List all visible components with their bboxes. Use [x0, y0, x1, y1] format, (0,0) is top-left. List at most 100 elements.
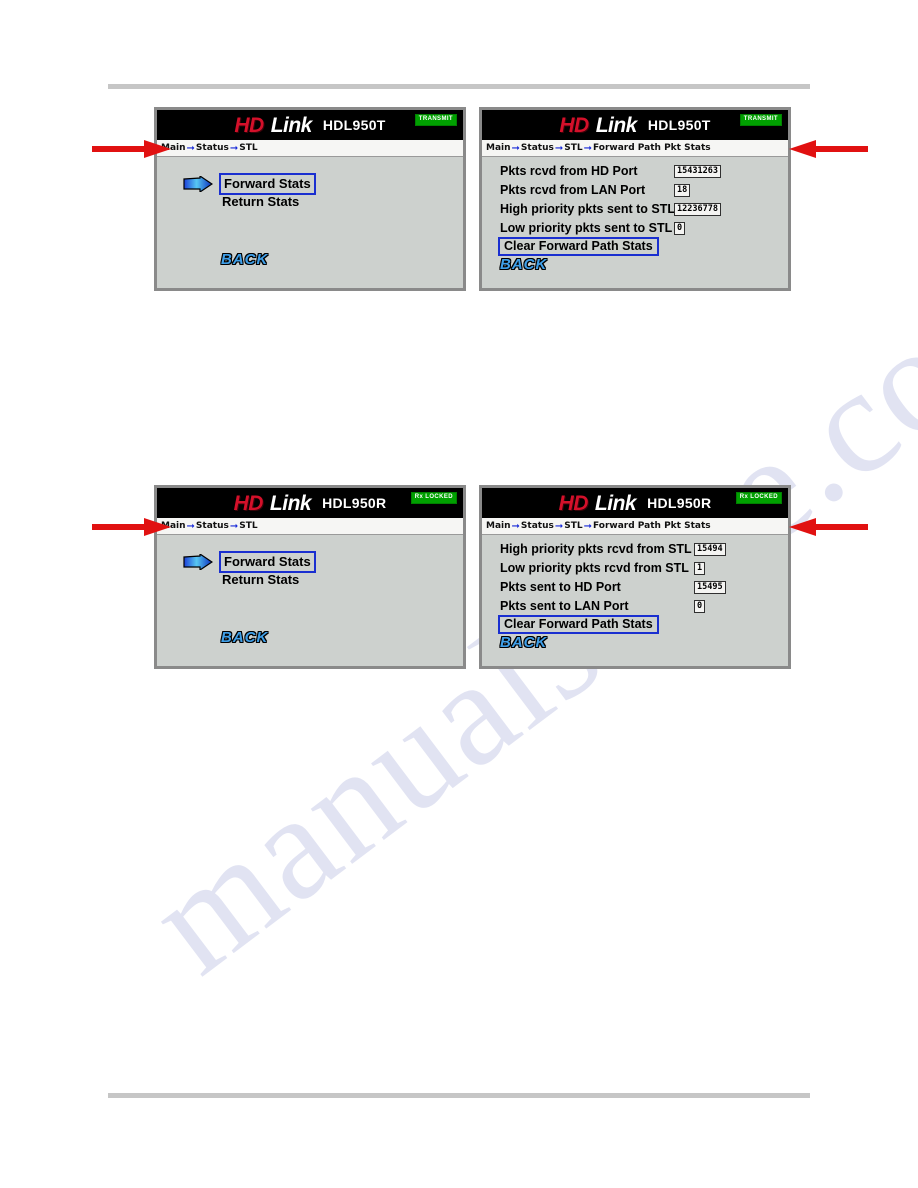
- stat-label: Low priority pkts rcvd from STL: [500, 561, 689, 575]
- stat-value: 18: [674, 184, 691, 197]
- cursor-arrow-icon: [183, 176, 213, 192]
- stat-row: Pkts sent to HD Port: [500, 578, 785, 596]
- model-label: HDL950R: [322, 495, 387, 511]
- logo-hd-text: HD: [234, 113, 264, 137]
- device-screen-transmitter-forward-path-stats: HD Link HDL950T TRANSMIT Main ➞ Status ➞…: [479, 107, 791, 291]
- hd-link-logo: HD Link: [234, 115, 312, 136]
- breadcrumb-item-status[interactable]: Status: [521, 143, 554, 153]
- breadcrumb-arrow-icon: ➞: [186, 520, 195, 532]
- stat-label: Pkts sent to HD Port: [500, 580, 621, 594]
- screen-body: Forward Stats Return Stats BACK: [157, 535, 463, 666]
- page-footer-rule: [108, 1093, 810, 1098]
- stat-row: High priority pkts sent to STL: [500, 200, 785, 218]
- back-button[interactable]: BACK: [500, 634, 547, 651]
- status-badge: Rx LOCKED: [735, 492, 782, 504]
- breadcrumb-item-forward-path-pkt-stats: Forward Path Pkt Stats: [593, 521, 711, 531]
- stat-label: Pkts sent to LAN Port: [500, 599, 629, 613]
- clear-forward-path-stats-button[interactable]: Clear Forward Path Stats: [498, 615, 659, 634]
- logo-hd-text: HD: [559, 113, 589, 137]
- breadcrumb-arrow-icon: ➞: [554, 520, 564, 532]
- page-header-rule: [108, 84, 810, 89]
- logo-link-text: Link: [594, 491, 637, 515]
- model-label: HDL950T: [647, 117, 711, 133]
- status-badge: TRANSMIT: [739, 114, 782, 126]
- status-badge-label: TRANSMIT: [418, 116, 453, 122]
- model-label: HDL950T: [322, 117, 386, 133]
- breadcrumb-arrow-icon: ➞: [229, 142, 239, 154]
- screen-titlebar: HD Link HDL950T TRANSMIT: [482, 110, 788, 140]
- stat-row: Low priority pkts sent to STL: [500, 219, 785, 237]
- breadcrumb-arrow-icon: ➞: [186, 142, 195, 154]
- breadcrumb-item-forward-path-pkt-stats: Forward Path Pkt Stats: [593, 143, 711, 153]
- breadcrumb-item-status[interactable]: Status: [196, 143, 229, 153]
- stat-value: 1: [694, 562, 706, 575]
- breadcrumb-arrow-icon: ➞: [511, 520, 520, 532]
- hd-link-logo: HD Link: [234, 493, 312, 514]
- stat-row: High priority pkts rcvd from STL: [500, 540, 785, 558]
- stat-label: High priority pkts rcvd from STL: [500, 542, 692, 556]
- menu-item-return-stats[interactable]: Return Stats: [222, 572, 299, 587]
- breadcrumb-item-status[interactable]: Status: [521, 521, 554, 531]
- stat-value: 0: [674, 222, 686, 235]
- stat-row: Pkts rcvd from HD Port: [500, 162, 785, 180]
- breadcrumb-arrow-icon: ➞: [554, 142, 564, 154]
- screen-titlebar: HD Link HDL950R Rx LOCKED: [157, 488, 463, 518]
- breadcrumb-item-main[interactable]: Main: [486, 143, 511, 153]
- status-badge-label: TRANSMIT: [743, 116, 778, 122]
- status-badge-label: Rx LOCKED: [414, 494, 453, 500]
- callout-arrow-right-top-icon: [789, 140, 868, 158]
- callout-arrow-left-bottom-icon: [92, 518, 171, 536]
- screen-titlebar: HD Link HDL950T TRANSMIT: [157, 110, 463, 140]
- breadcrumb: Main ➞ Status ➞ STL ➞ Forward Path Pkt S…: [482, 140, 788, 157]
- menu-item-forward-stats[interactable]: Forward Stats: [219, 551, 316, 573]
- breadcrumb-arrow-icon: ➞: [229, 520, 239, 532]
- callout-arrow-right-bottom-icon: [789, 518, 868, 536]
- screen-body: Pkts rcvd from HD Port 15431263 Pkts rcv…: [482, 157, 788, 288]
- breadcrumb-arrow-icon: ➞: [511, 142, 520, 154]
- back-button[interactable]: BACK: [221, 629, 268, 646]
- device-screen-transmitter-stl-menu: HD Link HDL950T TRANSMIT Main ➞ Status ➞…: [154, 107, 466, 291]
- breadcrumb: Main ➞ Status ➞ STL: [157, 140, 463, 157]
- stat-label: High priority pkts sent to STL: [500, 202, 676, 216]
- stat-label: Low priority pkts sent to STL: [500, 221, 673, 235]
- status-badge: Rx LOCKED: [410, 492, 457, 504]
- screen-body: Forward Stats Return Stats BACK: [157, 157, 463, 288]
- screen-body: High priority pkts rcvd from STL 15494 L…: [482, 535, 788, 666]
- logo-link-text: Link: [595, 113, 638, 137]
- status-badge: TRANSMIT: [414, 114, 457, 126]
- logo-link-text: Link: [270, 113, 313, 137]
- back-button[interactable]: BACK: [221, 251, 268, 268]
- breadcrumb-item-stl[interactable]: STL: [564, 143, 582, 153]
- logo-hd-text: HD: [558, 491, 589, 515]
- stat-label: Pkts rcvd from LAN Port: [500, 183, 646, 197]
- stat-value: 15494: [694, 543, 726, 556]
- clear-forward-path-stats-button[interactable]: Clear Forward Path Stats: [498, 237, 659, 256]
- device-screen-receiver-stl-menu: HD Link HDL950R Rx LOCKED Main ➞ Status …: [154, 485, 466, 669]
- menu-item-return-stats[interactable]: Return Stats: [222, 194, 299, 209]
- logo-hd-text: HD: [233, 491, 264, 515]
- stat-value: 15431263: [674, 165, 721, 178]
- stat-value: 15495: [694, 581, 726, 594]
- stat-value: 0: [694, 600, 706, 613]
- screen-titlebar: HD Link HDL950R Rx LOCKED: [482, 488, 788, 518]
- breadcrumb: Main ➞ Status ➞ STL: [157, 518, 463, 535]
- callout-arrow-left-top-icon: [92, 140, 171, 158]
- breadcrumb-arrow-icon: ➞: [583, 142, 592, 154]
- breadcrumb-item-main[interactable]: Main: [486, 521, 511, 531]
- hd-link-logo: HD Link: [559, 493, 637, 514]
- breadcrumb-item-status[interactable]: Status: [196, 521, 229, 531]
- stat-label: Pkts rcvd from HD Port: [500, 164, 638, 178]
- breadcrumb-arrow-icon: ➞: [583, 520, 592, 532]
- stat-row: Low priority pkts rcvd from STL: [500, 559, 785, 577]
- device-screen-receiver-forward-path-stats: HD Link HDL950R Rx LOCKED Main ➞ Status …: [479, 485, 791, 669]
- breadcrumb-item-stl[interactable]: STL: [239, 143, 257, 153]
- cursor-arrow-icon: [183, 554, 213, 570]
- hd-link-logo: HD Link: [559, 115, 637, 136]
- stat-value: 12236778: [674, 203, 721, 216]
- status-badge-label: Rx LOCKED: [739, 494, 778, 500]
- back-button[interactable]: BACK: [500, 256, 547, 273]
- logo-link-text: Link: [269, 491, 312, 515]
- menu-item-forward-stats[interactable]: Forward Stats: [219, 173, 316, 195]
- breadcrumb-item-stl[interactable]: STL: [564, 521, 582, 531]
- breadcrumb-item-stl[interactable]: STL: [239, 521, 257, 531]
